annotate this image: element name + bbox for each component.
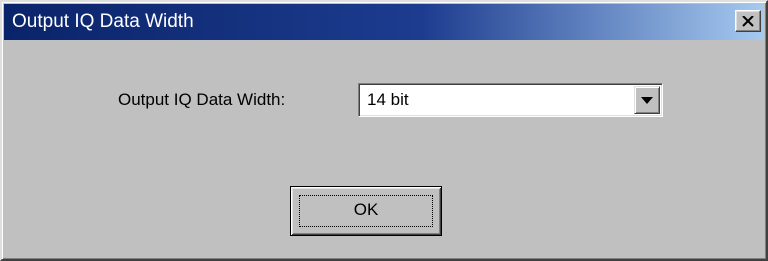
- selected-value: 14 bit: [367, 90, 409, 109]
- ok-button[interactable]: OK: [290, 186, 442, 236]
- triangle-down-icon: [641, 96, 653, 104]
- output-iq-width-select[interactable]: 14 bit: [358, 83, 663, 117]
- title-bar[interactable]: Output IQ Data Width: [4, 4, 764, 40]
- dialog-window: Output IQ Data Width Output IQ Data Widt…: [0, 0, 768, 261]
- ok-button-label: OK: [353, 200, 379, 219]
- window-title: Output IQ Data Width: [12, 11, 194, 32]
- close-x-icon: [742, 15, 754, 27]
- dropdown-button[interactable]: [634, 86, 660, 114]
- output-iq-width-label: Output IQ Data Width:: [118, 90, 286, 109]
- close-button[interactable]: [735, 10, 761, 32]
